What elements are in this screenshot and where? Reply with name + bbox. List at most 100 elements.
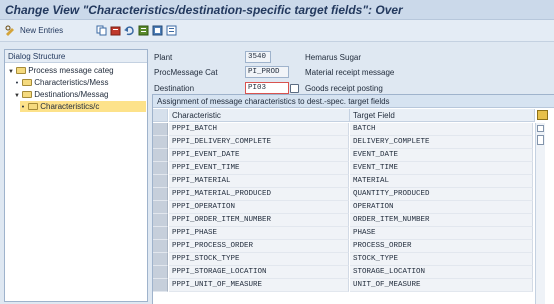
characteristic-cell[interactable]: PPPI_EVENT_DATE xyxy=(169,149,349,162)
assignment-table: Assignment of message characteristics to… xyxy=(152,94,554,304)
characteristic-cell[interactable]: PPPI_OPERATION xyxy=(169,201,349,214)
table-settings-icon[interactable] xyxy=(537,110,548,120)
vertical-scrollbar[interactable] xyxy=(535,123,545,304)
tree-item-process-message[interactable]: ▼ Process message categ xyxy=(8,65,146,76)
target-field-cell[interactable]: PROCESS_ORDER xyxy=(350,240,533,253)
bullet-icon: • xyxy=(21,104,25,111)
characteristic-cell[interactable]: PPPI_MATERIAL_PRODUCED xyxy=(169,188,349,201)
row-selector[interactable] xyxy=(153,240,168,253)
value-help-icon[interactable] xyxy=(290,84,299,93)
target-field-cell[interactable]: EVENT_DATE xyxy=(350,149,533,162)
column-header-characteristic[interactable]: Characteristic xyxy=(169,109,350,122)
characteristic-cell[interactable]: PPPI_PHASE xyxy=(169,227,349,240)
tree-item-characteristics-dest[interactable]: • Characteristics/c xyxy=(20,101,146,112)
proc-message-cat-field: PI_PROD xyxy=(245,66,289,78)
destination-description: Goods receipt posting xyxy=(305,84,383,93)
characteristic-cell[interactable]: PPPI_MATERIAL xyxy=(169,175,349,188)
delete-icon[interactable] xyxy=(110,25,121,36)
deselect-all-icon[interactable] xyxy=(166,25,177,36)
row-selector[interactable] xyxy=(153,227,168,240)
tree-item-label: Destinations/Messag xyxy=(34,90,109,99)
table-row[interactable]: PPPI_UNIT_OF_MEASURE UNIT_OF_MEASURE xyxy=(153,279,533,292)
bullet-icon: • xyxy=(15,80,19,87)
proc-message-cat-description: Material receipt message xyxy=(305,68,395,77)
tree-item-destinations[interactable]: ▼ Destinations/Messag xyxy=(14,89,146,100)
plant-field: 3540 xyxy=(245,51,271,63)
row-selector[interactable] xyxy=(153,279,168,292)
target-field-cell[interactable]: BATCH xyxy=(350,123,533,136)
table-row[interactable]: PPPI_STOCK_TYPE STOCK_TYPE xyxy=(153,253,533,266)
table-row[interactable]: PPPI_OPERATION OPERATION xyxy=(153,201,533,214)
page-title: Change View "Characteristics/destination… xyxy=(5,3,403,17)
tree-item-label: Characteristics/c xyxy=(40,102,100,111)
row-selector[interactable] xyxy=(153,253,168,266)
table-row[interactable]: PPPI_STORAGE_LOCATION STORAGE_LOCATION xyxy=(153,266,533,279)
folder-icon xyxy=(16,67,27,74)
table-row[interactable]: PPPI_MATERIAL MATERIAL xyxy=(153,175,533,188)
row-selector[interactable] xyxy=(153,175,168,188)
target-field-cell[interactable]: ORDER_ITEM_NUMBER xyxy=(350,214,533,227)
table-row[interactable]: PPPI_EVENT_TIME EVENT_TIME xyxy=(153,162,533,175)
target-field-cell[interactable]: STOCK_TYPE xyxy=(350,253,533,266)
characteristic-cell[interactable]: PPPI_PROCESS_ORDER xyxy=(169,240,349,253)
row-selector[interactable] xyxy=(153,149,168,162)
row-selector[interactable] xyxy=(153,266,168,279)
scroll-up-icon[interactable] xyxy=(537,125,544,132)
row-selector[interactable] xyxy=(153,201,168,214)
column-header-target-field[interactable]: Target Field xyxy=(350,109,535,122)
toolbar: New Entries xyxy=(0,20,554,42)
plant-description: Hemarus Sugar xyxy=(305,53,362,62)
tree-item-characteristics-message[interactable]: • Characteristics/Mess xyxy=(14,77,146,88)
open-folder-icon xyxy=(28,103,39,110)
folder-icon xyxy=(22,79,33,86)
target-field-cell[interactable]: OPERATION xyxy=(350,201,533,214)
destination-label: Destination xyxy=(154,84,195,93)
table-row[interactable]: PPPI_PROCESS_ORDER PROCESS_ORDER xyxy=(153,240,533,253)
table-caption: Assignment of message characteristics to… xyxy=(153,95,554,108)
plant-label: Plant xyxy=(154,53,173,62)
characteristic-cell[interactable]: PPPI_BATCH xyxy=(169,123,349,136)
table-row[interactable]: PPPI_ORDER_ITEM_NUMBER ORDER_ITEM_NUMBER xyxy=(153,214,533,227)
characteristic-cell[interactable]: PPPI_EVENT_TIME xyxy=(169,162,349,175)
undo-icon[interactable] xyxy=(124,25,135,36)
row-selector[interactable] xyxy=(153,188,168,201)
target-field-cell[interactable]: MATERIAL xyxy=(350,175,533,188)
row-selector[interactable] xyxy=(153,123,168,136)
expand-arrow-icon[interactable]: ▼ xyxy=(14,91,20,100)
select-all-icon[interactable] xyxy=(138,25,149,36)
row-selector[interactable] xyxy=(153,136,168,149)
characteristic-cell[interactable]: PPPI_ORDER_ITEM_NUMBER xyxy=(169,214,349,227)
table-row[interactable]: PPPI_MATERIAL_PRODUCED QUANTITY_PRODUCED xyxy=(153,188,533,201)
select-all-rows-button[interactable] xyxy=(153,109,168,122)
scroll-thumb[interactable] xyxy=(537,135,544,145)
table-row[interactable]: PPPI_PHASE PHASE xyxy=(153,227,533,240)
table-row[interactable]: PPPI_DELIVERY_COMPLETE DELIVERY_COMPLETE xyxy=(153,136,533,149)
select-block-icon[interactable] xyxy=(152,25,163,36)
characteristic-cell[interactable]: PPPI_DELIVERY_COMPLETE xyxy=(169,136,349,149)
dialog-structure-header: Dialog Structure xyxy=(5,50,147,63)
destination-field[interactable]: PI03 xyxy=(245,82,289,94)
target-field-cell[interactable]: EVENT_TIME xyxy=(350,162,533,175)
characteristic-cell[interactable]: PPPI_UNIT_OF_MEASURE xyxy=(169,279,349,292)
pencil-glasses-icon[interactable] xyxy=(5,25,16,36)
proc-message-cat-label: ProcMessage Cat xyxy=(154,68,218,77)
folder-icon xyxy=(22,91,33,98)
characteristic-cell[interactable]: PPPI_STORAGE_LOCATION xyxy=(169,266,349,279)
target-field-cell[interactable]: DELIVERY_COMPLETE xyxy=(350,136,533,149)
row-selector[interactable] xyxy=(153,214,168,227)
tree-item-label: Process message categ xyxy=(28,66,114,75)
dialog-structure-panel: Dialog Structure ▼ Process message categ… xyxy=(4,49,148,302)
tree-item-label: Characteristics/Mess xyxy=(34,78,109,87)
target-field-cell[interactable]: PHASE xyxy=(350,227,533,240)
characteristic-cell[interactable]: PPPI_STOCK_TYPE xyxy=(169,253,349,266)
target-field-cell[interactable]: QUANTITY_PRODUCED xyxy=(350,188,533,201)
expand-arrow-icon[interactable]: ▼ xyxy=(8,67,14,76)
new-entries-button[interactable]: New Entries xyxy=(20,26,63,35)
table-row[interactable]: PPPI_EVENT_DATE EVENT_DATE xyxy=(153,149,533,162)
target-field-cell[interactable]: STORAGE_LOCATION xyxy=(350,266,533,279)
target-field-cell[interactable]: UNIT_OF_MEASURE xyxy=(350,279,533,292)
table-row[interactable]: PPPI_BATCH BATCH xyxy=(153,123,533,136)
copy-icon[interactable] xyxy=(96,25,107,36)
row-selector[interactable] xyxy=(153,162,168,175)
title-bar: Change View "Characteristics/destination… xyxy=(0,0,554,20)
